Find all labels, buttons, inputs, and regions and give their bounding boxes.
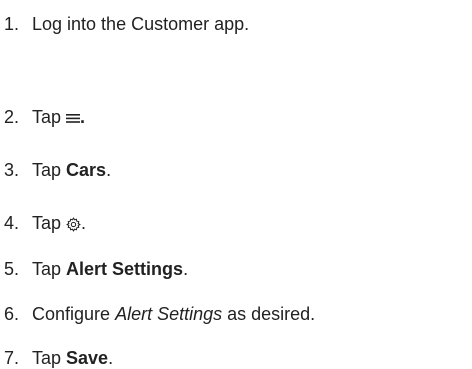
step-suffix: . [106,160,112,180]
step-number: 1. [4,14,20,34]
step-bold-label: Cars [66,160,107,180]
step-number: 6. [4,304,20,324]
step-suffix: as desired. [222,304,316,324]
step-3: 3. Tap Cars. [4,159,111,181]
hamburger-menu-icon [66,112,81,124]
gear-icon [66,216,81,232]
step-prefix: Tap [32,160,67,180]
step-italic-label: Alert Settings [115,304,223,324]
step-bold-label: Save [66,348,109,368]
step-number: 3. [4,160,20,180]
step-number: 2. [4,107,20,127]
step-4: 4. Tap . [4,212,86,234]
step-suffix: . [81,213,87,233]
step-1: 1. Log into the Customer app. [4,13,249,35]
step-6: 6. Configure Alert Settings as desired. [4,303,315,325]
step-number: 7. [4,348,20,368]
step-prefix: Tap [32,348,67,368]
step-7: 7. Tap Save. [4,347,113,369]
step-suffix: . [183,259,189,279]
step-prefix: Configure [32,304,116,324]
step-text: Log into the Customer app. [32,14,250,34]
step-suffix: . [108,348,114,368]
step-suffix: . [80,107,86,127]
step-bold-label: Alert Settings [66,259,184,279]
step-number: 4. [4,213,20,233]
instruction-steps: 1. Log into the Customer app. 2. Tap . 3. T… [0,0,472,368]
step-prefix: Tap [32,259,67,279]
step-prefix: Tap [32,213,67,233]
step-5: 5. Tap Alert Settings. [4,258,188,280]
step-number: 5. [4,259,20,279]
step-prefix: Tap [32,107,67,127]
step-2: 2. Tap . [4,106,85,128]
